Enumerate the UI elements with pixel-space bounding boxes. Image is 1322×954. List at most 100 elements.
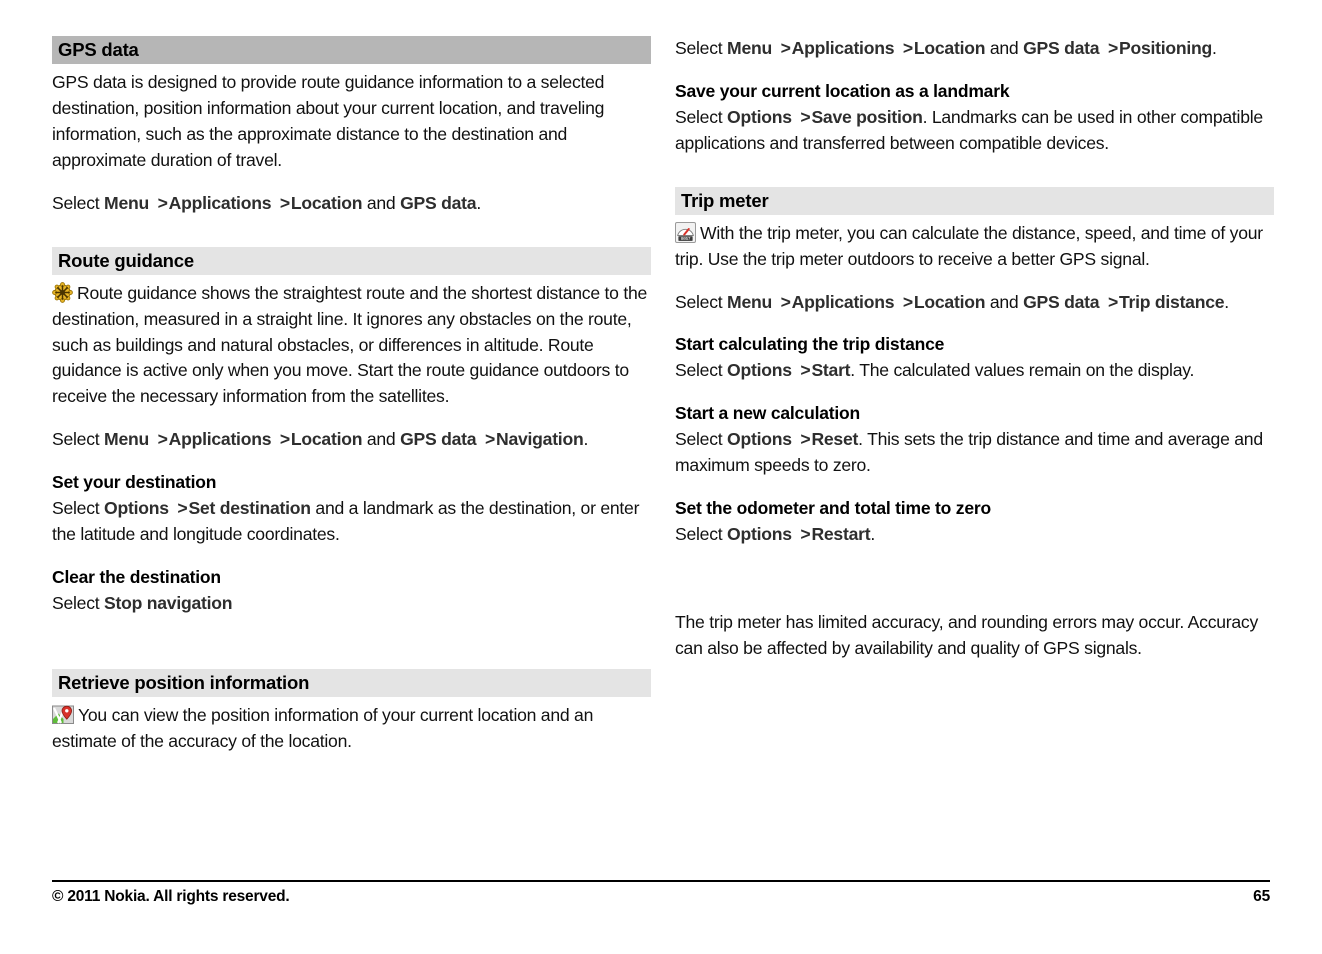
start-command: Start [811,360,851,381]
trip-meter-menu-path: Select Menu >Applications >Location and … [675,290,1274,316]
positioning-menu-path: Select Menu >Applications >Location and … [675,36,1274,62]
section-header-route-guidance: Route guidance [52,246,651,275]
start-calculating-instruction: Select Options >Start. The calculated va… [675,358,1274,384]
path-arrow-icon: > [800,360,811,381]
subheading-start-calculating-trip-distance: Start calculating the trip distance [675,334,945,355]
trip-meter-intro-text: With the trip meter, you can calculate t… [675,222,1263,269]
page-number: 65 [1253,888,1270,905]
path-gpsdata-label: GPS data [1023,38,1100,58]
path-and-label: and [366,429,396,450]
map-pin-icon [52,705,74,725]
save-landmark-instruction: Select Options >Save position. Landmarks… [675,105,1274,157]
select-label: Select [675,360,723,381]
path-location-label: Location [913,38,986,58]
path-arrow-icon: > [800,429,811,450]
path-menu-label: Menu [104,192,149,213]
retrieve-position-paragraph: You can view the position information of… [52,703,651,755]
path-and-label: and [989,291,1019,312]
new-calculation-instruction: Select Options >Reset. This sets the tri… [675,427,1274,479]
restart-command: Restart [811,524,871,544]
footer-divider [52,880,1270,882]
path-select-label: Select [52,429,100,450]
path-applications-label: Applications [791,291,895,312]
path-gpsdata-label: GPS data [400,429,477,450]
select-label: Select [675,524,723,544]
path-arrow-icon: > [177,497,188,518]
path-period: . [1212,38,1217,58]
subheading-set-odometer-total-time-zero: Set the odometer and total time to zero [675,498,991,518]
path-location-label: Location [290,429,363,450]
path-gpsdata-label: GPS data [400,192,477,213]
path-location-label: Location [290,192,363,213]
path-arrow-icon-2: > [902,38,913,58]
right-column: Select Menu >Applications >Location and … [675,36,1274,755]
route-guidance-intro-paragraph: Route guidance shows the straightest rou… [52,281,651,410]
route-guidance-intro-text: Route guidance shows the straightest rou… [52,282,648,407]
path-gpsdata-label: GPS data [1023,291,1100,312]
subheading-start-new-calculation: Start a new calculation [675,403,861,424]
path-arrow-icon-3: > [1107,38,1118,58]
odometer-zero-rest-text: . [870,524,875,544]
path-menu-label: Menu [727,291,772,312]
stop-navigation-command: Stop navigation [104,592,233,613]
select-label: Select [675,429,723,450]
options-label: Options [727,524,792,544]
trip-meter-accuracy-note: The trip meter has limited accuracy, and… [675,611,1259,658]
path-positioning-label: Positioning [1119,38,1213,58]
path-arrow-icon-3: > [484,429,495,450]
select-label: Select [675,106,723,127]
path-arrow-icon-2: > [279,429,290,450]
path-period: . [1224,291,1229,312]
start-calculating-rest-text: . The calculated values remain on the di… [850,360,1195,381]
path-select-label: Select [675,291,723,312]
path-applications-label: Applications [791,38,895,58]
path-and-label: and [366,192,396,213]
path-trip-distance-label: Trip distance [1119,291,1225,312]
path-arrow-icon-3: > [1107,291,1118,312]
subheading-save-location-as-landmark: Save your current location as a landmark [675,80,1010,101]
options-label: Options [727,360,792,381]
gps-data-menu-path: Select Menu >Applications >Location and … [52,191,651,217]
path-arrow-icon: > [800,524,811,544]
path-arrow-icon-2: > [279,192,290,213]
options-label: Options [104,497,169,518]
set-destination-instruction: Select Options >Set destination and a la… [52,496,651,548]
subheading-clear-the-destination: Clear the destination [52,566,221,587]
svg-text:0057: 0057 [681,237,691,242]
gps-data-intro-paragraph: GPS data is designed to provide route gu… [52,72,605,170]
path-menu-label: Menu [727,38,772,58]
path-select-label: Select [675,38,723,58]
route-guidance-menu-path: Select Menu >Applications >Location and … [52,427,651,453]
two-column-body: GPS data GPS data is designed to provide… [52,36,1274,755]
subheading-set-your-destination: Set your destination [52,471,217,492]
page-footer: © 2011 Nokia. All rights reserved. 65 [52,888,1270,906]
set-destination-command: Set destination [188,497,311,518]
section-header-trip-meter: Trip meter [675,186,1274,215]
section-header-retrieve-position-information: Retrieve position information [52,668,651,697]
path-menu-label: Menu [104,429,149,450]
path-arrow-icon-1: > [157,192,168,213]
path-and-label: and [989,38,1019,58]
path-applications-label: Applications [168,429,272,450]
copyright-notice: © 2011 Nokia. All rights reserved. [52,888,290,905]
path-arrow-icon-2: > [902,291,913,312]
path-period: . [583,429,589,450]
manual-page: GPS data GPS data is designed to provide… [0,0,1322,954]
select-label: Select [52,497,100,518]
options-label: Options [727,429,792,450]
ship-wheel-icon [52,281,73,303]
save-position-command: Save position [811,106,923,127]
reset-command: Reset [811,429,859,450]
path-period: . [476,192,481,213]
path-arrow-icon-1: > [780,38,791,58]
path-applications-label: Applications [168,192,272,213]
left-column: GPS data GPS data is designed to provide… [52,36,651,755]
trip-meter-gauge-icon: 0057 [675,221,696,243]
path-arrow-icon-1: > [780,291,791,312]
path-arrow-icon: > [800,106,811,127]
odometer-zero-instruction: Select Options >Restart. [675,522,1274,548]
